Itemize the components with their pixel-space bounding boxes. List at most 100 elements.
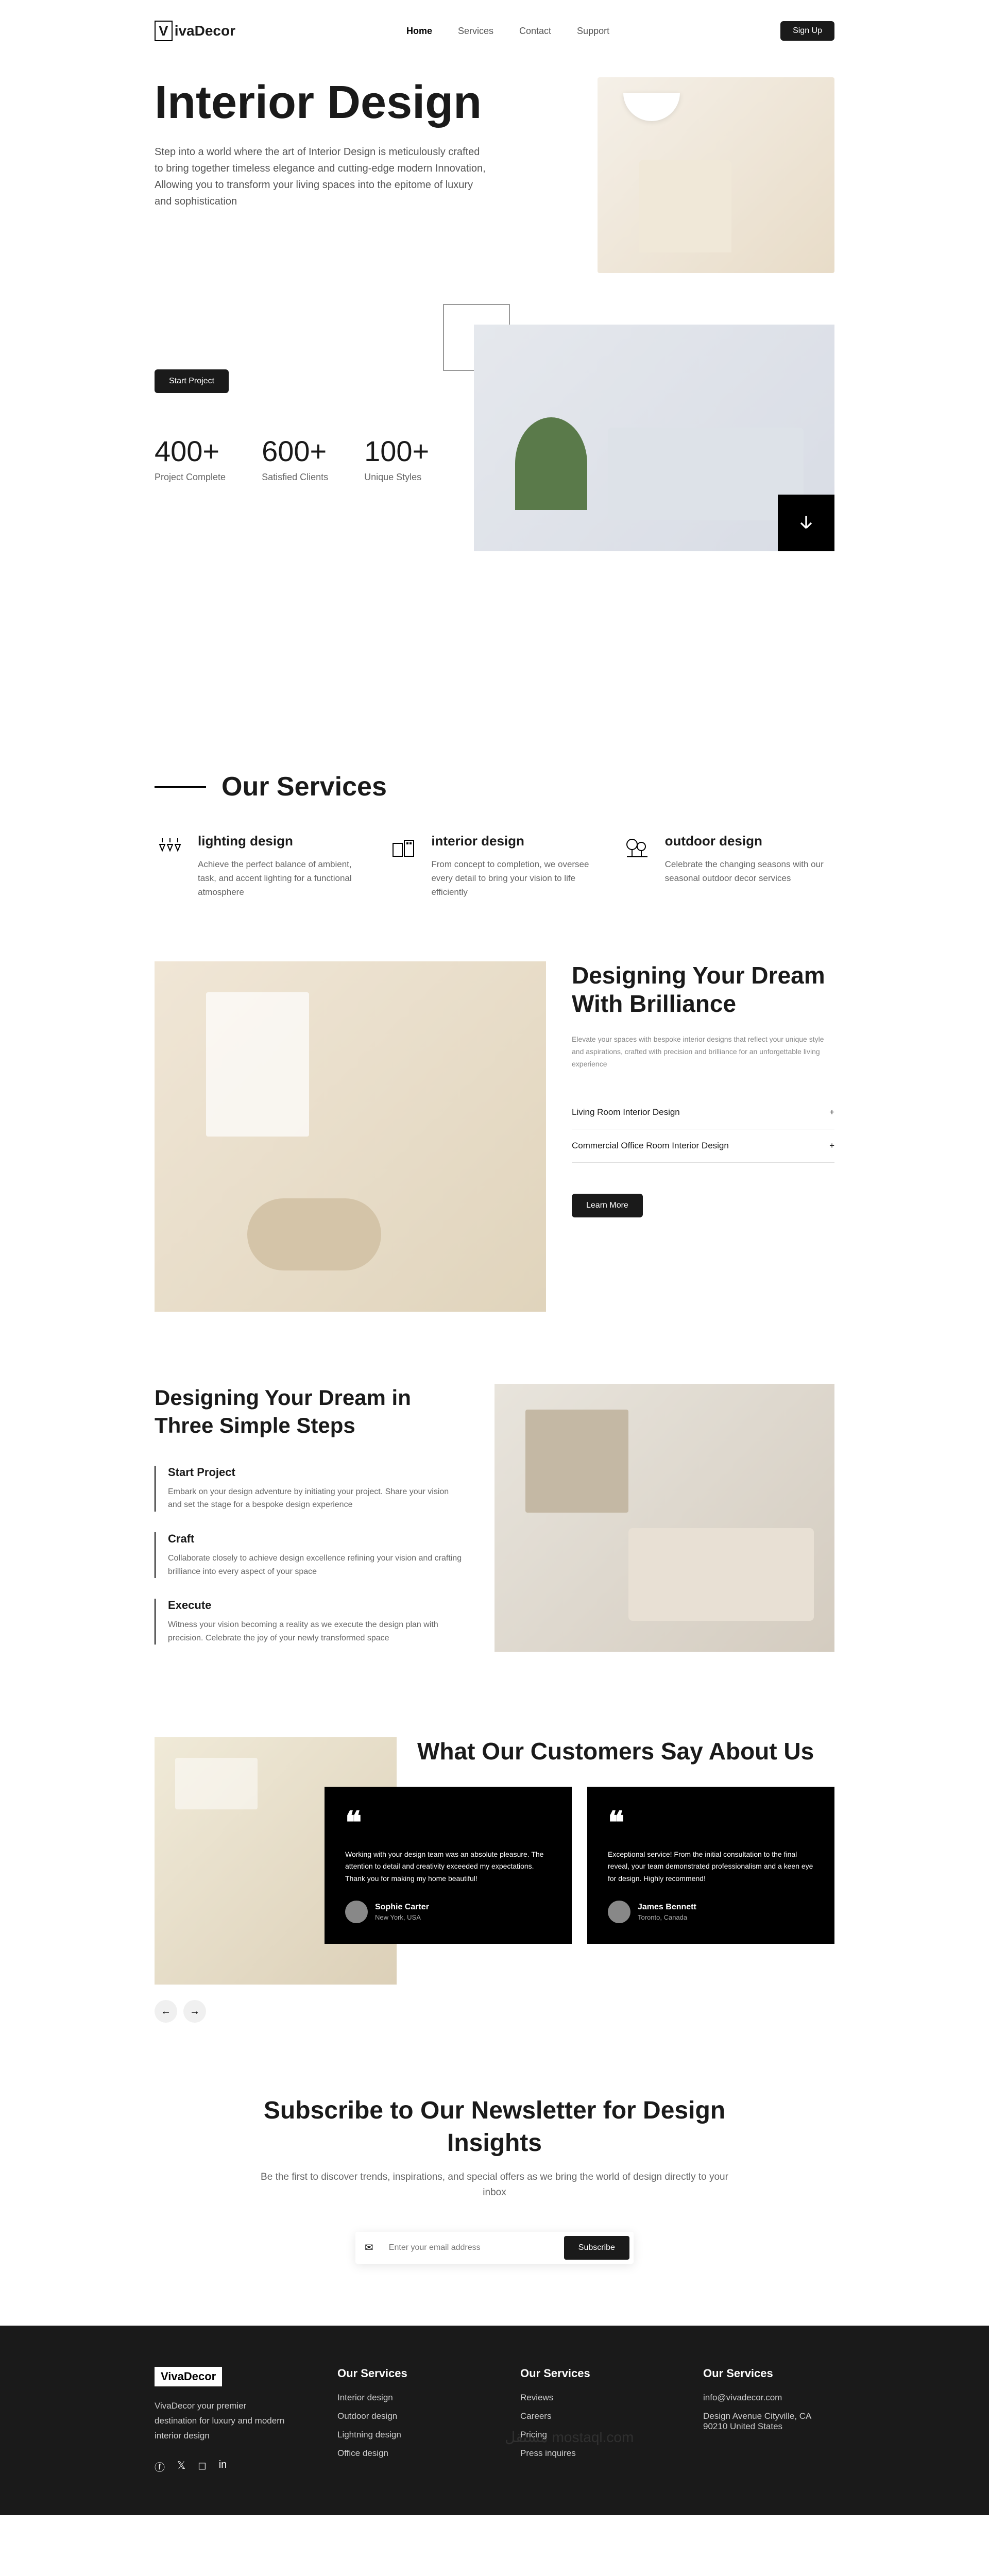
stat-label: Satisfied Clients [262,472,328,483]
footer-desc: VivaDecor your premier destination for l… [155,2399,286,2444]
step-item: Execute Witness your vision becoming a re… [155,1599,464,1645]
dream-section: Designing Your Dream With Brilliance Ele… [155,961,834,1312]
author-location: New York, USA [375,1913,429,1921]
title-line [155,786,206,788]
footer-link[interactable]: Interior design [337,2393,469,2403]
service-item: outdoor design Celebrate the changing sea… [622,833,834,900]
plus-icon: + [829,1141,834,1151]
step-desc: Embark on your design adventure by initi… [168,1485,464,1512]
accordion-item-living[interactable]: Living Room Interior Design + [572,1096,834,1129]
services-title: Our Services [221,771,387,802]
twitter-icon[interactable]: 𝕏 [177,2459,185,2474]
stat-num: 400+ [155,434,226,468]
accordion-label: Commercial Office Room Interior Design [572,1141,729,1151]
mail-icon: ✉ [360,2241,379,2254]
hero-image-1 [598,77,834,273]
watermark: مستقل mostaql.com [505,2429,634,2446]
arrow-down-icon [796,513,816,533]
nav-support[interactable]: Support [577,26,609,37]
signup-button[interactable]: Sign Up [780,21,834,41]
accordion-label: Living Room Interior Design [572,1107,680,1117]
service-desc: Celebrate the changing seasons with our … [665,857,834,885]
footer-link[interactable]: Press inquires [520,2448,652,2459]
hero: Interior Design Step into a world where … [155,77,834,483]
next-button[interactable]: → [183,2000,206,2023]
lighting-icon [155,833,185,864]
instagram-icon[interactable]: ◻ [198,2459,207,2474]
footer-link[interactable]: Reviews [520,2393,652,2403]
avatar [608,1901,630,1923]
quote-icon: ❝ [608,1807,814,1838]
steps-title: Designing Your Dream in Three Simple Ste… [155,1384,464,1440]
nav-home[interactable]: Home [406,26,432,37]
social-links: ⓕ 𝕏 ◻ in [155,2459,286,2474]
logo[interactable]: VivaDecor [155,21,235,41]
nav: Home Services Contact Support [406,26,609,37]
nav-contact[interactable]: Contact [519,26,551,37]
newsletter-form: ✉ Subscribe [355,2232,634,2264]
step-heading: Craft [168,1532,464,1546]
footer-logo[interactable]: VivaDecor [155,2367,222,2386]
plus-icon: + [829,1107,834,1117]
service-title: outdoor design [665,833,834,849]
stat-label: Project Complete [155,472,226,483]
prev-button[interactable]: ← [155,2000,177,2023]
step-heading: Execute [168,1599,464,1612]
facebook-icon[interactable]: ⓕ [155,2459,165,2474]
footer-col-title: Our Services [337,2367,469,2380]
footer-link[interactable]: Lightning design [337,2430,469,2440]
logo-box: V [155,21,173,41]
testimonial-text: Working with your design team was an abs… [345,1849,551,1885]
footer-contact[interactable]: info@vivadecor.com [703,2393,834,2403]
footer-col-title: Our Services [703,2367,834,2380]
testimonial-text: Exceptional service! From the initial co… [608,1849,814,1885]
author-name: Sophie Carter [375,1903,429,1912]
steps-image [494,1384,834,1652]
service-desc: Achieve the perfect balance of ambient, … [198,857,367,900]
interior-icon [388,833,419,864]
stat-num: 600+ [262,434,328,468]
service-title: interior design [431,833,601,849]
service-item: interior design From concept to completio… [388,833,601,900]
step-desc: Witness your vision becoming a reality a… [168,1618,464,1645]
newsletter-desc: Be the first to discover trends, inspira… [258,2170,731,2201]
hero-image-2-wrap [474,325,834,551]
stat-num: 100+ [364,434,429,468]
hero-desc: Step into a world where the art of Inter… [155,144,489,210]
service-item: lighting design Achieve the perfect balan… [155,833,367,900]
accordion-item-office[interactable]: Commercial Office Room Interior Design + [572,1129,834,1163]
footer-link[interactable]: Outdoor design [337,2411,469,2421]
step-item: Craft Collaborate closely to achieve desi… [155,1532,464,1578]
author-name: James Bennett [638,1903,696,1912]
learn-more-button[interactable]: Learn More [572,1194,643,1217]
header: VivaDecor Home Services Contact Support … [155,0,834,62]
scroll-down-button[interactable] [778,495,834,551]
newsletter-title: Subscribe to Our Newsletter for Design I… [258,2095,731,2159]
dream-title: Designing Your Dream With Brilliance [572,961,834,1018]
nav-services[interactable]: Services [458,26,493,37]
linkedin-icon[interactable]: in [219,2459,227,2474]
email-input[interactable] [379,2236,564,2260]
author-location: Toronto, Canada [638,1913,696,1921]
stat-item: 600+ Satisfied Clients [262,434,328,483]
service-desc: From concept to completion, we oversee e… [431,857,601,900]
outdoor-icon [622,833,653,864]
start-project-button[interactable]: Start Project [155,369,229,393]
steps-section: Designing Your Dream in Three Simple Ste… [155,1384,834,1666]
testimonial-card: ❝ Exceptional service! From the initial … [587,1787,834,1944]
dream-desc: Elevate your spaces with bespoke interio… [572,1033,834,1070]
stat-label: Unique Styles [364,472,429,483]
footer-link[interactable]: Careers [520,2411,652,2421]
hero-title: Interior Design [155,77,567,128]
footer-col-title: Our Services [520,2367,652,2380]
service-title: lighting design [198,833,367,849]
subscribe-button[interactable]: Subscribe [564,2236,629,2260]
footer-link[interactable]: Office design [337,2448,469,2459]
dream-image [155,961,546,1312]
services-section: Our Services lighting design Achieve the … [155,771,834,900]
step-desc: Collaborate closely to achieve design ex… [168,1552,464,1578]
logo-text: ivaDecor [175,23,235,39]
testimonials-title: What Our Customers Say About Us [417,1737,834,1766]
newsletter-section: Subscribe to Our Newsletter for Design I… [155,2095,834,2264]
quote-icon: ❝ [345,1807,551,1838]
